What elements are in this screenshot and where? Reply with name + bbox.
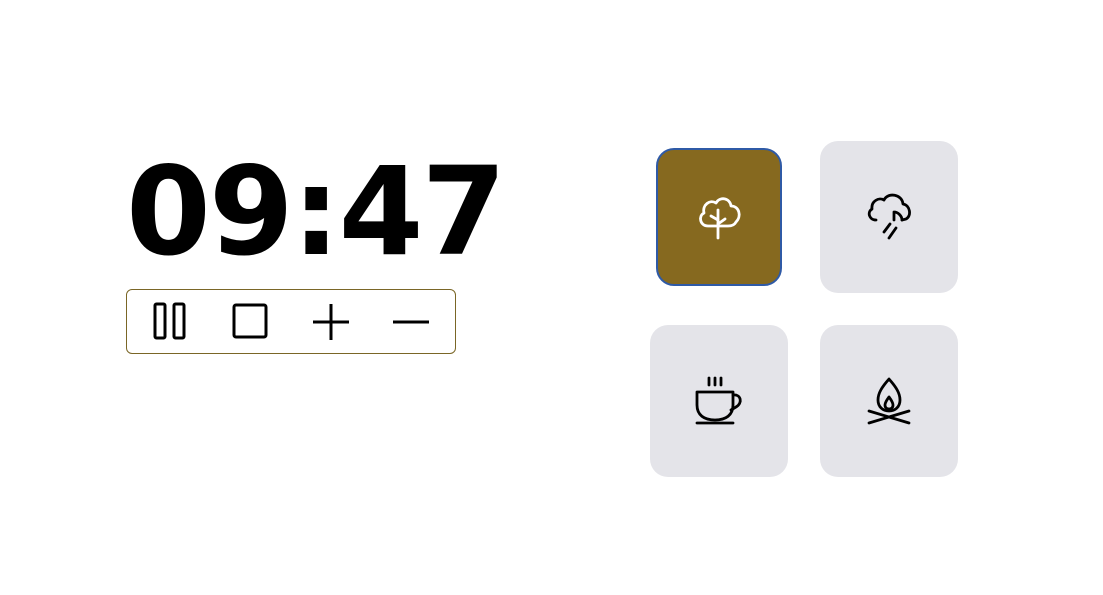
focus-timer-app: 09:47 — [0, 0, 1103, 595]
tree-icon — [699, 197, 741, 240]
stop-icon — [232, 303, 268, 338]
rain-cloud-icon — [867, 193, 911, 240]
pause-button[interactable] — [141, 297, 201, 347]
campfire-icon — [867, 377, 911, 425]
sound-rain-tile[interactable] — [820, 141, 958, 293]
sound-cafe-tile[interactable] — [650, 325, 788, 477]
sound-forest-tile[interactable] — [656, 148, 782, 286]
time-display: 09:47 — [126, 141, 506, 283]
plus-icon — [313, 303, 349, 340]
minus-icon — [393, 320, 429, 323]
sound-fireplace-tile[interactable] — [820, 325, 958, 477]
decrease-time-button[interactable] — [381, 297, 441, 347]
coffee-cup-icon — [695, 376, 742, 425]
timer-panel: 09:47 — [126, 141, 506, 354]
pause-icon — [153, 302, 186, 339]
increase-time-button[interactable] — [301, 297, 361, 347]
timer-controls — [126, 289, 456, 354]
stop-button[interactable] — [221, 297, 281, 347]
